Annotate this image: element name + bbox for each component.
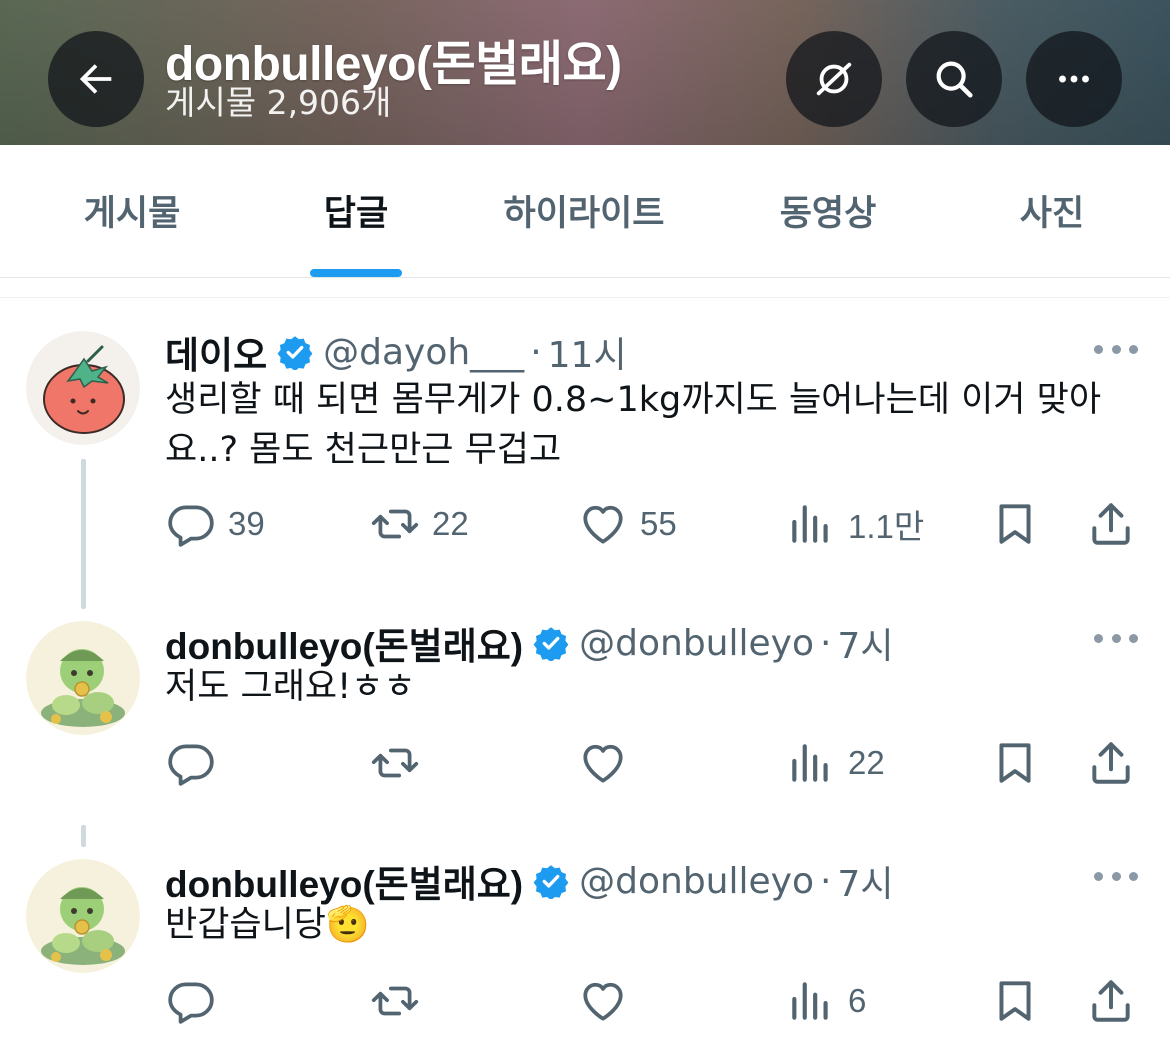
post-count: 게시물 2,906개 <box>165 83 392 122</box>
tweet-text-body: 반갑습니당 <box>165 905 327 945</box>
avatar[interactable] <box>26 331 140 445</box>
tab-videos[interactable]: 동영상 <box>780 185 877 236</box>
display-name[interactable]: 데이오 <box>165 325 267 379</box>
saluting-face-emoji-icon: 🫡 <box>326 905 370 945</box>
divider <box>0 297 1170 298</box>
retweet-count: 22 <box>432 505 469 542</box>
tweet-more-icon[interactable] <box>1094 343 1138 355</box>
retweet-button[interactable] <box>370 971 420 1031</box>
share-button[interactable] <box>1086 971 1136 1031</box>
tweet-actions: 22 <box>0 733 1170 793</box>
tweet-text: 반갑습니당🫡 <box>165 900 1125 950</box>
tweet-time[interactable]: 11시 <box>548 326 627 378</box>
views-icon <box>792 744 828 782</box>
heart-icon <box>583 505 623 544</box>
tweet-actions: 39 22 55 1.1만 <box>0 494 1170 554</box>
tweet-header: 데이오 @dayoh___ · 11시 <box>165 325 627 379</box>
verified-badge-icon <box>533 627 569 661</box>
separator-dot: · <box>530 331 542 373</box>
reply-button[interactable] <box>166 733 216 793</box>
retweet-icon <box>371 986 419 1016</box>
reply-button[interactable]: 39 <box>166 494 265 554</box>
tab-photos[interactable]: 사진 <box>1020 185 1084 236</box>
bookmark-button[interactable] <box>990 733 1040 793</box>
eye-slash-icon <box>816 62 852 96</box>
thread-line <box>81 825 86 847</box>
tomato-avatar-icon <box>26 331 140 445</box>
back-button[interactable] <box>48 31 144 127</box>
bookmark-icon <box>999 743 1031 783</box>
retweet-icon <box>371 748 419 778</box>
verified-badge-icon <box>277 336 313 370</box>
view-count: 22 <box>848 744 885 781</box>
retweet-button[interactable]: 22 <box>370 494 469 554</box>
bookmark-icon <box>999 981 1031 1021</box>
tab-replies[interactable]: 답글 <box>324 185 388 236</box>
heart-icon <box>583 744 623 783</box>
share-icon <box>1092 503 1130 545</box>
reply-button[interactable] <box>166 971 216 1031</box>
tweet-actions: 6 <box>0 971 1170 1031</box>
verified-badge-icon <box>533 865 569 899</box>
views-icon <box>792 982 828 1020</box>
user-handle[interactable]: @dayoh___ <box>323 332 524 373</box>
like-count: 55 <box>640 505 677 542</box>
reply-icon <box>168 505 214 547</box>
tab-posts[interactable]: 게시물 <box>84 185 181 236</box>
views-button[interactable]: 22 <box>786 733 885 793</box>
active-tab-indicator <box>310 269 402 277</box>
retweet-button[interactable] <box>370 733 420 793</box>
search-button[interactable] <box>906 31 1002 127</box>
avatar[interactable] <box>26 859 140 973</box>
tweet-more-icon[interactable] <box>1094 632 1138 644</box>
user-handle[interactable]: @donbulleyo <box>579 861 814 902</box>
tweet-text: 생리할 때 되면 몸무게가 0.8~1kg까지도 늘어나는데 이거 맞아요..?… <box>165 380 1102 470</box>
reply-count: 39 <box>228 505 265 542</box>
back-arrow-icon <box>79 64 112 94</box>
tab-highlights[interactable]: 하이라이트 <box>503 185 664 236</box>
caterpillar-avatar-icon <box>26 621 140 735</box>
profile-header: donbulleyo(돈벌래요) 게시물 2,906개 <box>0 0 1170 145</box>
bookmark-button[interactable] <box>990 494 1040 554</box>
share-icon <box>1092 980 1130 1022</box>
hidden-replies-button[interactable] <box>786 31 882 127</box>
bookmark-icon <box>999 504 1031 544</box>
avatar[interactable] <box>26 621 140 735</box>
separator-dot: · <box>819 860 832 902</box>
share-icon <box>1092 742 1130 784</box>
views-button[interactable]: 6 <box>786 971 866 1031</box>
caterpillar-avatar-icon <box>26 859 140 973</box>
reply-icon <box>168 982 214 1024</box>
user-handle[interactable]: @donbulleyo <box>579 623 814 664</box>
share-button[interactable] <box>1086 733 1136 793</box>
search-icon <box>936 61 973 98</box>
separator-dot: · <box>819 622 832 664</box>
tweet-text: 저도 그래요!ㅎㅎ <box>165 667 416 707</box>
view-count: 6 <box>848 982 867 1019</box>
more-button[interactable] <box>1026 31 1122 127</box>
like-button[interactable] <box>578 971 628 1031</box>
bookmark-button[interactable] <box>990 971 1040 1031</box>
more-icon <box>1059 75 1089 83</box>
like-button[interactable] <box>578 733 628 793</box>
tweet-more-icon[interactable] <box>1094 870 1138 882</box>
heart-icon <box>583 982 623 1021</box>
views-button[interactable]: 1.1만 <box>786 494 924 554</box>
like-button[interactable]: 55 <box>578 494 677 554</box>
share-button[interactable] <box>1086 494 1136 554</box>
views-icon <box>792 505 828 543</box>
view-count: 1.1만 <box>848 508 925 545</box>
retweet-icon <box>371 509 419 539</box>
profile-tabs: 게시물 답글 하이라이트 동영상 사진 <box>0 145 1170 278</box>
reply-icon <box>168 744 214 786</box>
